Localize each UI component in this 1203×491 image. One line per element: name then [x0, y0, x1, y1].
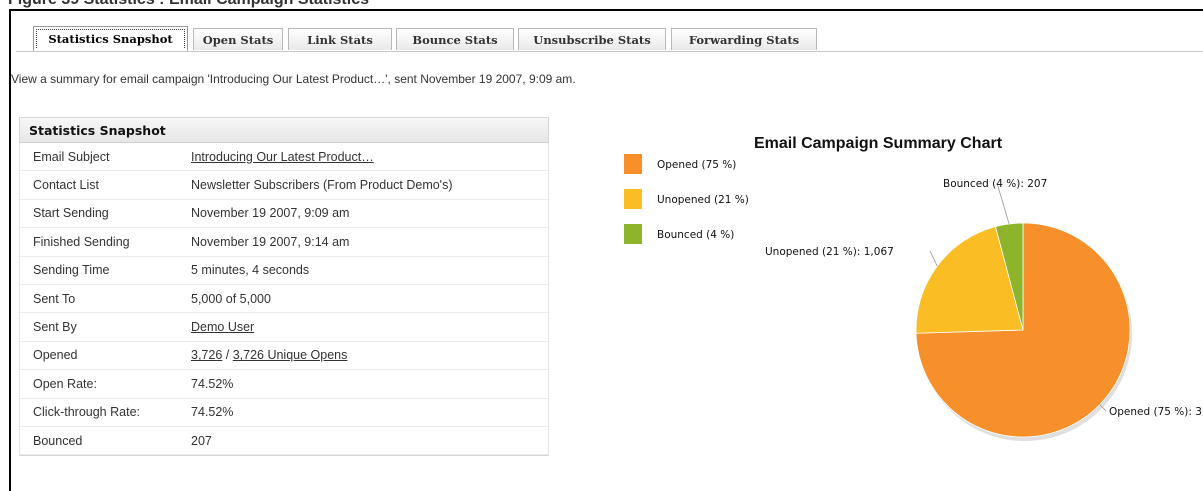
row-label: Sending Time	[33, 263, 110, 278]
email-campaign-summary-pie-chart: Email Campaign Summary Chart Opened (75 …	[624, 135, 1203, 441]
row-value: 207	[191, 433, 212, 448]
table-row-open-rate: Open Rate: 74.52%	[19, 370, 549, 399]
row-label: Email Subject	[33, 149, 110, 164]
row-label: Opened	[33, 348, 78, 363]
table-row-contact-list: Contact List Newsletter Subscribers (Fro…	[19, 171, 549, 200]
row-label: Finished Sending	[33, 234, 130, 249]
statistics-snapshot-table: Statistics Snapshot Email Subject Introd…	[19, 117, 549, 457]
row-value: 5,000 of 5,000	[191, 291, 271, 306]
table-row-bounced: Bounced 207	[19, 426, 549, 456]
tab-unsubscribe-stats[interactable]: Unsubscribe Stats	[518, 28, 666, 50]
tab-statistics-snapshot[interactable]: Statistics Snapshot	[33, 26, 188, 51]
table-row-sent-to: Sent To 5,000 of 5,000	[19, 284, 549, 314]
tab-link-stats[interactable]: Link Stats	[288, 28, 392, 50]
legend-label-bounced: Bounced (4 %)	[657, 229, 734, 241]
legend-swatch-opened	[624, 154, 642, 174]
campaign-summary-text: View a summary for email campaign 'Intro…	[11, 72, 576, 86]
legend-label-opened: Opened (75 %)	[657, 159, 736, 171]
chart-title: Email Campaign Summary Chart	[754, 135, 1003, 152]
row-value: 5 minutes, 4 seconds	[191, 263, 310, 278]
figure-caption: Figure 39 Statistics : Email Campaign St…	[0, 0, 1203, 8]
tab-bar: Statistics Snapshot Open Stats Link Stat…	[16, 18, 1203, 51]
row-value: 74.52%	[191, 405, 234, 420]
sent-by-link[interactable]: Demo User	[191, 320, 254, 334]
legend-swatch-unopened	[624, 189, 642, 209]
unique-opens-link[interactable]: 3,726 Unique Opens	[233, 348, 348, 362]
tab-baseline	[16, 51, 1203, 52]
legend-swatch-bounced	[624, 224, 642, 244]
slice-label-unopened: Unopened (21 %): 1,067	[765, 246, 894, 258]
legend-label-unopened: Unopened (21 %)	[657, 194, 749, 206]
table-title: Statistics Snapshot	[19, 117, 549, 143]
row-label: Contact List	[33, 178, 100, 193]
table-row-email-subject: Email Subject Introducing Our Latest Pro…	[19, 143, 549, 172]
row-label: Open Rate:	[33, 376, 97, 391]
table-row-click-through-rate: Click-through Rate: 74.52%	[19, 398, 549, 427]
row-label: Sent By	[33, 320, 77, 335]
row-value: Newsletter Subscribers (From Product Dem…	[191, 178, 453, 193]
table-row-finished-sending: Finished Sending November 19 2007, 9:14 …	[19, 228, 549, 257]
row-label: Click-through Rate:	[33, 405, 140, 420]
row-value: 74.52%	[191, 376, 234, 391]
row-label: Start Sending	[33, 206, 109, 221]
pie-slices	[915, 222, 1132, 441]
opens-separator: /	[222, 348, 233, 363]
row-label: Bounced	[33, 433, 83, 448]
leader-line-unopened	[929, 250, 938, 267]
table-row-sending-time: Sending Time 5 minutes, 4 seconds	[19, 256, 549, 285]
slice-label-bounced: Bounced (4 %): 207	[943, 178, 1047, 190]
tab-bounce-stats[interactable]: Bounce Stats	[396, 28, 514, 50]
table-row-opened: Opened 3,726 / 3,726 Unique Opens	[19, 341, 549, 371]
row-value: November 19 2007, 9:09 am	[191, 206, 350, 221]
table-row-start-sending: Start Sending November 19 2007, 9:09 am	[19, 199, 549, 229]
row-value: November 19 2007, 9:14 am	[191, 234, 350, 249]
email-subject-link[interactable]: Introducing Our Latest Product…	[191, 150, 374, 164]
tab-open-stats[interactable]: Open Stats	[193, 28, 283, 50]
row-label: Sent To	[33, 291, 76, 306]
total-opens-link[interactable]: 3,726	[191, 348, 222, 362]
chart-legend: Opened (75 %) Unopened (21 %) Bounced (4 %…	[624, 154, 749, 244]
table-row-sent-by: Sent By Demo User	[19, 313, 549, 342]
tab-forwarding-stats[interactable]: Forwarding Stats	[671, 28, 817, 50]
slice-label-opened: Opened (75 %): 3,726	[1109, 406, 1203, 418]
